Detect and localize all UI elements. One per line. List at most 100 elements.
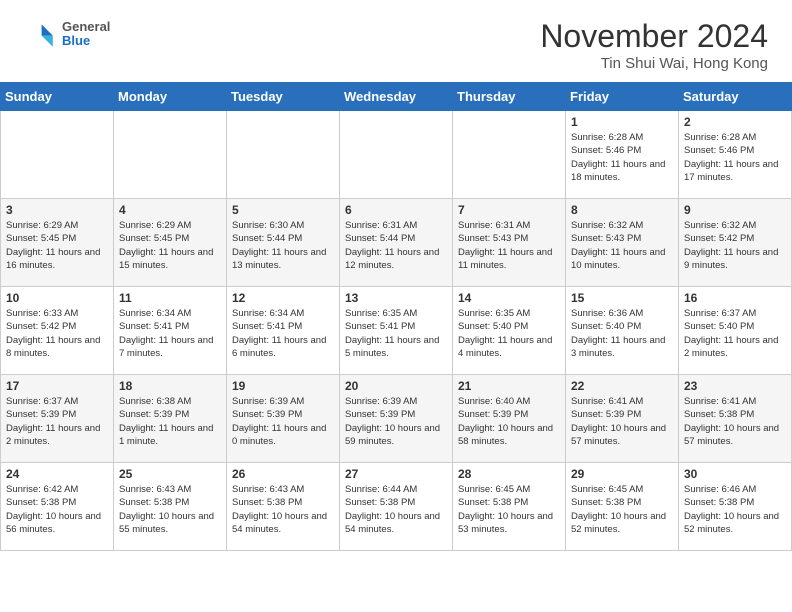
- day-number: 5: [232, 203, 334, 217]
- day-cell: 10 Sunrise: 6:33 AM Sunset: 5:42 PM Dayli…: [1, 287, 114, 375]
- day-info: Sunrise: 6:29 AM Sunset: 5:45 PM Dayligh…: [119, 219, 221, 272]
- day-cell: [453, 111, 566, 199]
- logo-general: General: [62, 20, 110, 34]
- day-cell: 5Sunrise: 6:30 AM Sunset: 5:44 PM Daylig…: [227, 199, 340, 287]
- day-cell: [114, 111, 227, 199]
- day-cell: 29Sunrise: 6:45 AM Sunset: 5:38 PM Dayli…: [566, 463, 679, 551]
- day-info: Sunrise: 6:38 AM Sunset: 5:39 PM Dayligh…: [119, 395, 221, 448]
- day-number: 26: [232, 467, 334, 481]
- week-row-5: 24 Sunrise: 6:42 AM Sunset: 5:38 PM Dayli…: [1, 463, 792, 551]
- day-cell: 23 Sunrise: 6:41 AM Sunset: 5:38 PM Dayli…: [679, 375, 792, 463]
- day-cell: 24 Sunrise: 6:42 AM Sunset: 5:38 PM Dayli…: [1, 463, 114, 551]
- month-title: November 2024: [540, 18, 768, 55]
- day-cell: 22 Sunrise: 6:41 AM Sunset: 5:39 PM Dayli…: [566, 375, 679, 463]
- day-info: Sunrise: 6:45 AM Sunset: 5:38 PM Dayligh…: [458, 483, 560, 536]
- day-number: 11: [119, 291, 221, 305]
- day-cell: 7Sunrise: 6:31 AM Sunset: 5:43 PM Daylig…: [453, 199, 566, 287]
- day-cell: 20 Sunrise: 6:39 AM Sunset: 5:39 PM Dayli…: [340, 375, 453, 463]
- day-info: Sunrise: 6:46 AM Sunset: 5:38 PM Dayligh…: [684, 483, 786, 536]
- day-cell: 1Sunrise: 6:28 AM Sunset: 5:46 PM Daylig…: [566, 111, 679, 199]
- logo-icon: [24, 18, 56, 50]
- day-cell: 9Sunrise: 6:32 AM Sunset: 5:42 PM Daylig…: [679, 199, 792, 287]
- day-cell: 30Sunrise: 6:46 AM Sunset: 5:38 PM Dayli…: [679, 463, 792, 551]
- day-number: 24: [6, 467, 108, 481]
- week-row-2: 3 Sunrise: 6:29 AM Sunset: 5:45 PM Daylig…: [1, 199, 792, 287]
- day-number: 18: [119, 379, 221, 393]
- day-cell: 16 Sunrise: 6:37 AM Sunset: 5:40 PM Dayli…: [679, 287, 792, 375]
- logo-text: General Blue: [62, 20, 110, 49]
- weekday-header-monday: Monday: [114, 83, 227, 111]
- day-info: Sunrise: 6:39 AM Sunset: 5:39 PM Dayligh…: [232, 395, 334, 448]
- weekday-header-tuesday: Tuesday: [227, 83, 340, 111]
- day-number: 3: [6, 203, 108, 217]
- day-cell: 8Sunrise: 6:32 AM Sunset: 5:43 PM Daylig…: [566, 199, 679, 287]
- day-cell: 4 Sunrise: 6:29 AM Sunset: 5:45 PM Daylig…: [114, 199, 227, 287]
- day-number: 4: [119, 203, 221, 217]
- day-number: 1: [571, 115, 673, 129]
- day-info: Sunrise: 6:37 AM Sunset: 5:40 PM Dayligh…: [684, 307, 786, 360]
- logo-blue: Blue: [62, 34, 110, 48]
- day-info: Sunrise: 6:29 AM Sunset: 5:45 PM Dayligh…: [6, 219, 108, 272]
- logo: General Blue: [24, 18, 110, 50]
- day-info: Sunrise: 6:40 AM Sunset: 5:39 PM Dayligh…: [458, 395, 560, 448]
- day-cell: 27Sunrise: 6:44 AM Sunset: 5:38 PM Dayli…: [340, 463, 453, 551]
- day-cell: 25Sunrise: 6:43 AM Sunset: 5:38 PM Dayli…: [114, 463, 227, 551]
- day-cell: [1, 111, 114, 199]
- day-number: 23: [684, 379, 786, 393]
- day-info: Sunrise: 6:31 AM Sunset: 5:44 PM Dayligh…: [345, 219, 447, 272]
- day-info: Sunrise: 6:41 AM Sunset: 5:38 PM Dayligh…: [684, 395, 786, 448]
- weekday-header-thursday: Thursday: [453, 83, 566, 111]
- day-number: 29: [571, 467, 673, 481]
- day-number: 28: [458, 467, 560, 481]
- day-info: Sunrise: 6:34 AM Sunset: 5:41 PM Dayligh…: [119, 307, 221, 360]
- day-number: 19: [232, 379, 334, 393]
- day-number: 14: [458, 291, 560, 305]
- day-cell: 14 Sunrise: 6:35 AM Sunset: 5:40 PM Dayli…: [453, 287, 566, 375]
- weekday-header-friday: Friday: [566, 83, 679, 111]
- week-row-4: 17Sunrise: 6:37 AM Sunset: 5:39 PM Dayli…: [1, 375, 792, 463]
- weekday-header-wednesday: Wednesday: [340, 83, 453, 111]
- day-cell: 2 Sunrise: 6:28 AM Sunset: 5:46 PM Daylig…: [679, 111, 792, 199]
- day-info: Sunrise: 6:33 AM Sunset: 5:42 PM Dayligh…: [6, 307, 108, 360]
- day-cell: 26 Sunrise: 6:43 AM Sunset: 5:38 PM Dayli…: [227, 463, 340, 551]
- week-row-3: 10 Sunrise: 6:33 AM Sunset: 5:42 PM Dayli…: [1, 287, 792, 375]
- day-number: 16: [684, 291, 786, 305]
- day-number: 20: [345, 379, 447, 393]
- day-number: 2: [684, 115, 786, 129]
- day-info: Sunrise: 6:31 AM Sunset: 5:43 PM Dayligh…: [458, 219, 560, 272]
- day-cell: 13 Sunrise: 6:35 AM Sunset: 5:41 PM Dayli…: [340, 287, 453, 375]
- day-info: Sunrise: 6:37 AM Sunset: 5:39 PM Dayligh…: [6, 395, 108, 448]
- day-number: 12: [232, 291, 334, 305]
- day-number: 15: [571, 291, 673, 305]
- day-number: 10: [6, 291, 108, 305]
- day-cell: 19 Sunrise: 6:39 AM Sunset: 5:39 PM Dayli…: [227, 375, 340, 463]
- day-cell: 21 Sunrise: 6:40 AM Sunset: 5:39 PM Dayli…: [453, 375, 566, 463]
- day-cell: 15 Sunrise: 6:36 AM Sunset: 5:40 PM Dayli…: [566, 287, 679, 375]
- day-info: Sunrise: 6:42 AM Sunset: 5:38 PM Dayligh…: [6, 483, 108, 536]
- day-cell: 6 Sunrise: 6:31 AM Sunset: 5:44 PM Daylig…: [340, 199, 453, 287]
- day-info: Sunrise: 6:34 AM Sunset: 5:41 PM Dayligh…: [232, 307, 334, 360]
- day-info: Sunrise: 6:41 AM Sunset: 5:39 PM Dayligh…: [571, 395, 673, 448]
- day-number: 8: [571, 203, 673, 217]
- day-cell: [340, 111, 453, 199]
- calendar: SundayMondayTuesdayWednesdayThursdayFrid…: [0, 82, 792, 551]
- day-cell: 28 Sunrise: 6:45 AM Sunset: 5:38 PM Dayli…: [453, 463, 566, 551]
- day-info: Sunrise: 6:35 AM Sunset: 5:40 PM Dayligh…: [458, 307, 560, 360]
- day-cell: 12 Sunrise: 6:34 AM Sunset: 5:41 PM Dayli…: [227, 287, 340, 375]
- day-cell: 11 Sunrise: 6:34 AM Sunset: 5:41 PM Dayli…: [114, 287, 227, 375]
- weekday-header-row: SundayMondayTuesdayWednesdayThursdayFrid…: [1, 83, 792, 111]
- page-header: General Blue November 2024 Tin Shui Wai,…: [0, 0, 792, 82]
- day-info: Sunrise: 6:44 AM Sunset: 5:38 PM Dayligh…: [345, 483, 447, 536]
- day-number: 22: [571, 379, 673, 393]
- day-info: Sunrise: 6:35 AM Sunset: 5:41 PM Dayligh…: [345, 307, 447, 360]
- day-info: Sunrise: 6:36 AM Sunset: 5:40 PM Dayligh…: [571, 307, 673, 360]
- location: Tin Shui Wai, Hong Kong: [540, 55, 768, 72]
- day-info: Sunrise: 6:43 AM Sunset: 5:38 PM Dayligh…: [232, 483, 334, 536]
- day-info: Sunrise: 6:28 AM Sunset: 5:46 PM Dayligh…: [684, 131, 786, 184]
- day-number: 21: [458, 379, 560, 393]
- day-number: 6: [345, 203, 447, 217]
- day-info: Sunrise: 6:39 AM Sunset: 5:39 PM Dayligh…: [345, 395, 447, 448]
- day-number: 13: [345, 291, 447, 305]
- day-info: Sunrise: 6:32 AM Sunset: 5:42 PM Dayligh…: [684, 219, 786, 272]
- day-info: Sunrise: 6:43 AM Sunset: 5:38 PM Dayligh…: [119, 483, 221, 536]
